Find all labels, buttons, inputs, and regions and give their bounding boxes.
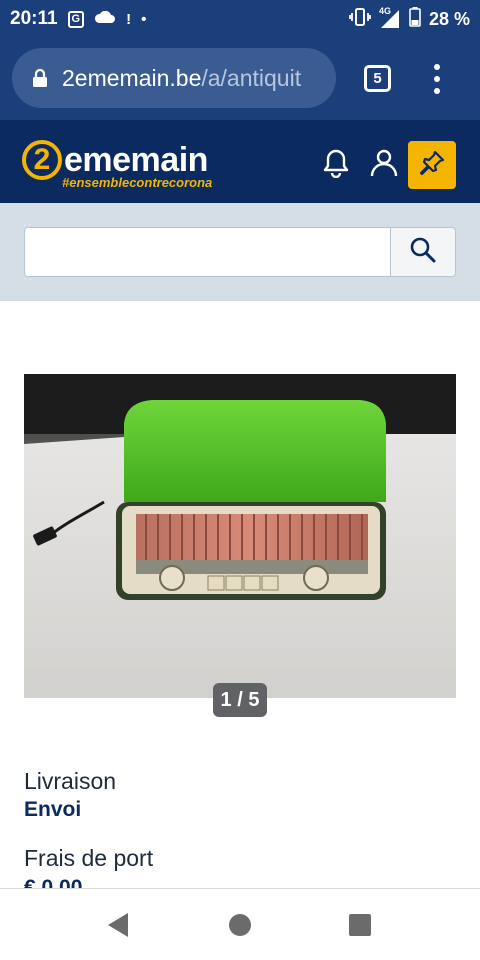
bell-icon[interactable] [322, 148, 352, 179]
menu-dot [434, 76, 440, 82]
delivery-value: Envoi [24, 798, 82, 821]
search-button[interactable] [390, 227, 456, 277]
delivery-label: Livraison [24, 768, 117, 794]
user-icon[interactable] [369, 148, 399, 178]
search-input[interactable] [24, 227, 391, 277]
logo-digit: 2 [22, 140, 62, 180]
lock-icon [32, 68, 48, 88]
status-time: 20:11 [10, 8, 58, 29]
place-ad-button[interactable] [408, 141, 456, 189]
back-icon[interactable] [108, 913, 128, 937]
url-bar[interactable]: 2ememain.be/a/antiquit [12, 48, 336, 108]
vibrate-icon [349, 7, 371, 31]
battery-percent: 28 % [428, 8, 470, 29]
tab-switcher-button[interactable]: 5 [364, 65, 391, 92]
url-host: 2ememain.be [62, 64, 202, 91]
logo-text: ememain [64, 140, 208, 179]
network-type: 4G [378, 6, 391, 16]
url-path: /a/antiquit [201, 64, 302, 91]
menu-dot [434, 88, 440, 94]
menu-dot [434, 64, 440, 70]
site-logo[interactable]: 2 ememain [22, 140, 208, 180]
alert-icon: ! [126, 10, 132, 28]
search-band [0, 203, 480, 301]
browser-toolbar: 2ememain.be/a/antiquit 5 [0, 38, 480, 120]
battery-icon [409, 6, 421, 32]
dot-icon: • [141, 10, 147, 28]
listing-photo[interactable] [24, 374, 456, 698]
system-nav-bar [0, 888, 480, 960]
g-notification-icon: G [67, 10, 85, 28]
cloud-icon [94, 10, 116, 28]
photo-counter: 1 / 5 [213, 683, 267, 717]
browser-menu-button[interactable] [432, 64, 442, 94]
recents-icon[interactable] [349, 914, 371, 936]
status-bar: 20:11 G ! • 4G 28 % [0, 0, 480, 38]
signal-icon: 4G [378, 6, 401, 29]
logo-tagline: #ensemblecontrecorona [62, 175, 213, 190]
home-icon[interactable] [229, 914, 251, 936]
radio-photo-image [24, 374, 456, 698]
status-right: 4G 28 % [349, 6, 470, 32]
pin-icon [418, 149, 446, 182]
search-icon [409, 236, 437, 269]
status-left: 20:11 G ! • [10, 8, 146, 30]
shipping-label: Frais de port [24, 845, 154, 871]
